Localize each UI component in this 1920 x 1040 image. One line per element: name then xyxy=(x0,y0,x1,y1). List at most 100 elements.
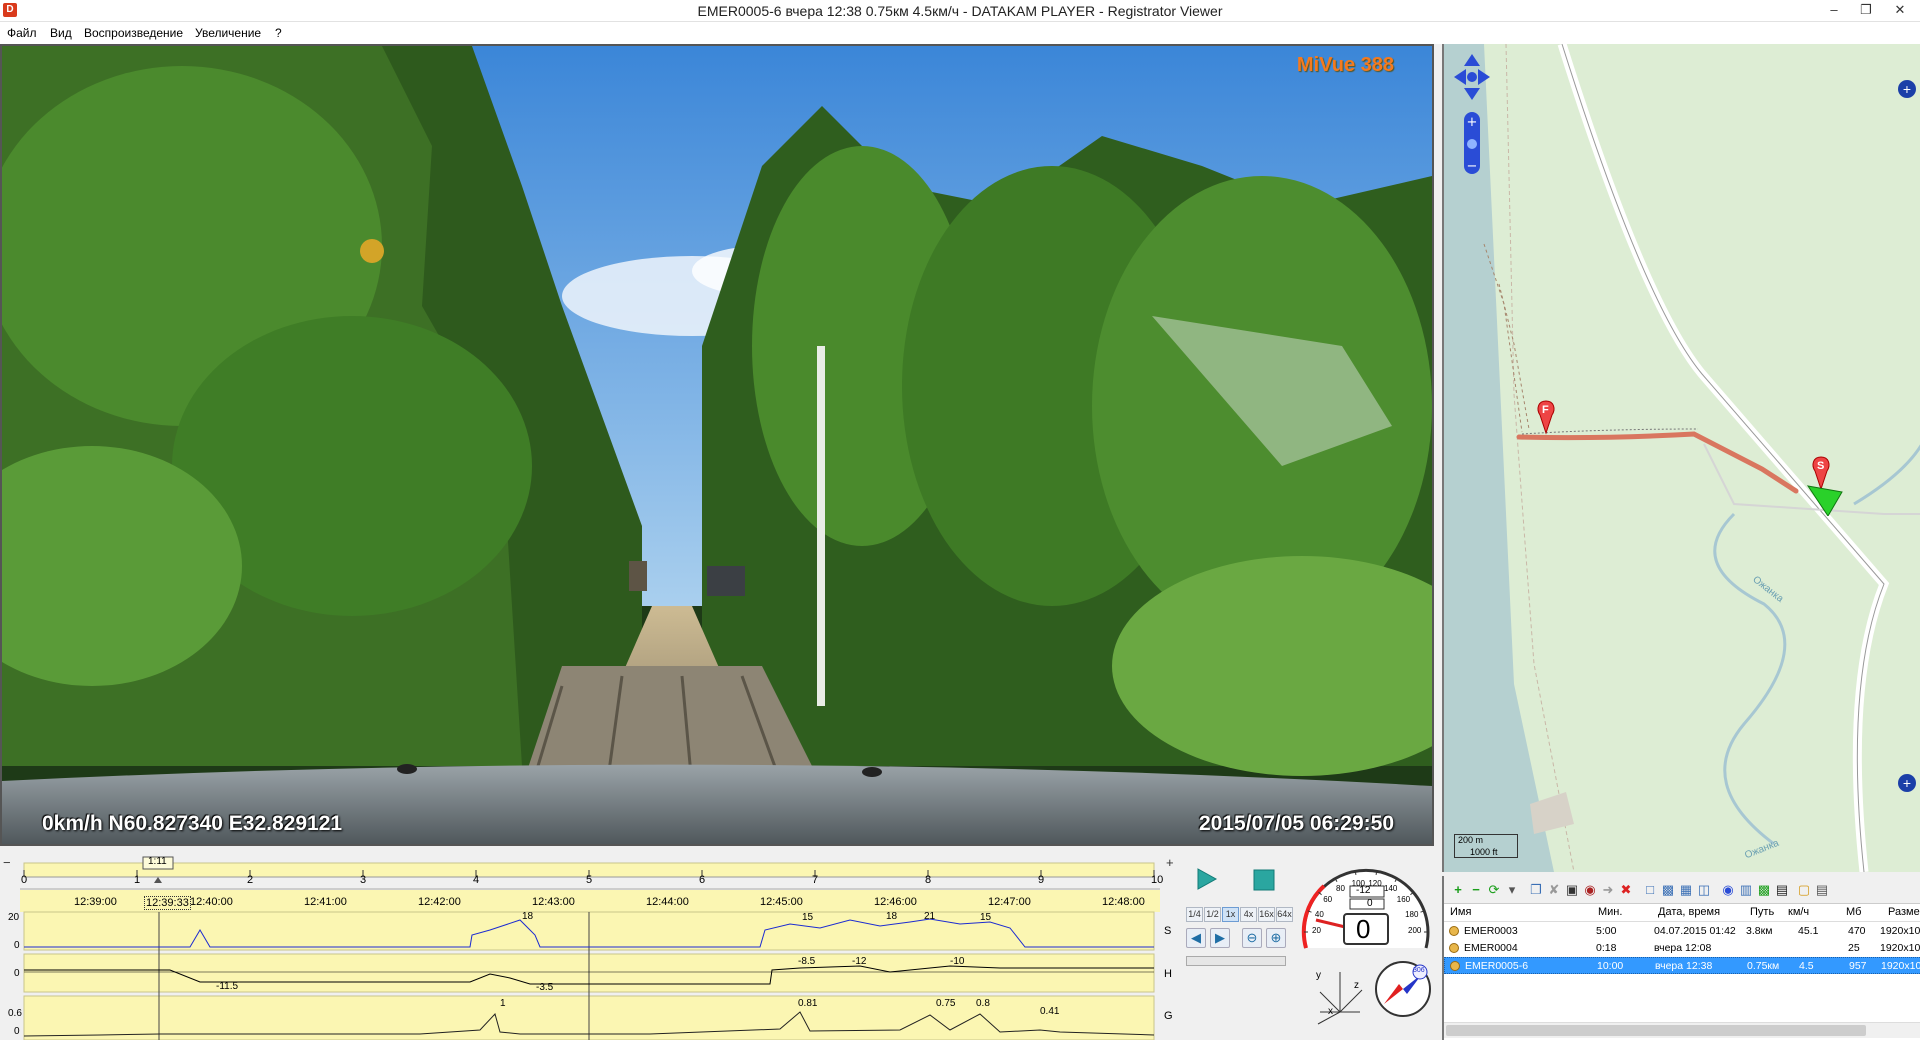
globe-icon[interactable]: ◉ xyxy=(1720,882,1736,898)
step-back-button[interactable]: ◀ xyxy=(1186,928,1206,948)
speedometer-scale-label: 140 xyxy=(1384,884,1398,894)
col-path[interactable]: Путь xyxy=(1750,906,1774,918)
gsensor-peak: 0.75 xyxy=(936,998,956,1009)
video-frame[interactable]: MiVue 388 0km/h N60.827340 E32.829121 20… xyxy=(0,44,1434,846)
height-annotation: -10 xyxy=(950,956,965,967)
save-icon[interactable]: ▣ xyxy=(1564,882,1580,898)
title-bar: D EMER0005-6 вчера 12:38 0.75км 4.5км/ч … xyxy=(0,0,1920,22)
gsensor-peak: 0.81 xyxy=(798,998,818,1009)
refresh-icon[interactable]: ⟳ xyxy=(1486,882,1502,898)
timeline-time-label: 12:40:00 xyxy=(190,896,233,908)
gsensor-peak: 0.8 xyxy=(976,998,990,1009)
map-layers-button-bottom[interactable]: + xyxy=(1898,774,1916,792)
speedometer-tick xyxy=(1375,870,1378,875)
col-name[interactable]: Имя xyxy=(1450,906,1471,918)
file-cell-size: 1920x108 xyxy=(1880,942,1920,954)
dropdown-icon[interactable]: ▾ xyxy=(1504,882,1520,898)
height-annotation: -12 xyxy=(852,956,867,967)
playback-speed-64x-button[interactable]: 64x xyxy=(1276,907,1293,922)
file-cell-min: 10:00 xyxy=(1597,960,1624,972)
col-resolution[interactable]: Разме xyxy=(1888,906,1920,918)
map-view[interactable]: + − + + F S Ожанка Ожанка 200 m 1000 ft xyxy=(1442,44,1920,872)
axis-y-label: y xyxy=(1316,970,1321,981)
file-row[interactable]: EMER0003 5:00 04.07.2015 01:42 3.8км 45.1 470… xyxy=(1444,923,1920,940)
col-mb[interactable]: Мб xyxy=(1846,906,1861,918)
menu-playback[interactable]: Воспроизведение xyxy=(84,26,183,40)
svg-text:+: + xyxy=(1467,115,1478,130)
remove-file-icon[interactable]: − xyxy=(1468,882,1484,898)
video-file-icon xyxy=(1449,943,1459,953)
delete-icon[interactable]: ✖ xyxy=(1618,882,1634,898)
file-list-scrollbar[interactable] xyxy=(1444,1022,1920,1038)
scrollbar-thumb[interactable] xyxy=(1446,1025,1866,1036)
file-cell-date: 04.07.2015 01:42 xyxy=(1654,925,1736,937)
layout-icon[interactable]: ▦ xyxy=(1678,882,1694,898)
menu-help[interactable]: ? xyxy=(275,26,282,40)
file-cell-path: 0.75км xyxy=(1747,960,1780,972)
gsensor-graph-label: G xyxy=(1164,1010,1173,1022)
open-folder-icon[interactable]: ▢ xyxy=(1796,882,1812,898)
image-icon[interactable]: ▩ xyxy=(1756,882,1772,898)
file-row[interactable]: EMER0005-6 10:00 вчера 12:38 0.75км 4.5 957 19… xyxy=(1444,957,1920,974)
window-icon[interactable]: □ xyxy=(1642,882,1658,898)
document-icon[interactable]: ▤ xyxy=(1814,882,1830,898)
add-file-icon[interactable]: + xyxy=(1450,882,1466,898)
compass-heading: 306 xyxy=(1413,967,1425,974)
volume-slider[interactable] xyxy=(1186,956,1286,966)
playback-speed-1x-button[interactable]: 1x xyxy=(1222,907,1239,922)
col-minutes[interactable]: Мин. xyxy=(1598,906,1622,918)
video-file-icon xyxy=(1449,926,1459,936)
speedometer-scale-label: 180 xyxy=(1405,909,1419,919)
copy-icon[interactable]: ❐ xyxy=(1528,882,1544,898)
speedometer-scale-label: 160 xyxy=(1396,895,1411,905)
camera-brand-overlay: MiVue 388 xyxy=(1296,54,1394,76)
snapshot-icon[interactable]: ◉ xyxy=(1582,882,1598,898)
step-forward-button[interactable]: ▶ xyxy=(1210,928,1230,948)
file-cell-name: EMER0003 xyxy=(1464,925,1518,937)
playback-speed-16x-button[interactable]: 16x xyxy=(1258,907,1275,922)
export-icon[interactable]: ➜ xyxy=(1600,882,1616,898)
menu-zoom[interactable]: Увеличение xyxy=(195,26,261,40)
playback-speed-4x-button[interactable]: 4x xyxy=(1240,907,1257,922)
play-icon[interactable] xyxy=(1194,866,1220,892)
film-icon[interactable]: ▤ xyxy=(1774,882,1790,898)
timeline-time-label: 12:47:00 xyxy=(988,896,1031,908)
window-title: EMER0005-6 вчера 12:38 0.75км 4.5км/ч - … xyxy=(697,3,1223,19)
multiview-icon[interactable]: ◫ xyxy=(1696,882,1712,898)
timeline-time-label: 12:41:00 xyxy=(304,896,347,908)
zoom-video-out-button[interactable]: ⊖ xyxy=(1242,928,1262,948)
zoom-video-in-button[interactable]: ⊕ xyxy=(1266,928,1286,948)
map-pan-control[interactable]: + − xyxy=(1452,52,1492,182)
col-datetime[interactable]: Дата, время xyxy=(1658,906,1720,918)
file-toolbar: + − ⟳ ▾ ❐ ✘ ▣ ◉ ➜ ✖ □ ▩ ▦ ◫ ◉ ▥ ▩ ▤ ▢ ▤ xyxy=(1444,876,1920,904)
map-icon[interactable]: ▥ xyxy=(1738,882,1754,898)
file-cell-mb: 470 xyxy=(1848,925,1866,937)
telemetry-graphs: 20 0 S 0 H 0.6 0 G 18 15 18 21 15 -11.5 … xyxy=(0,910,1180,1040)
height-annotation: -8.5 xyxy=(798,956,816,967)
stop-icon[interactable] xyxy=(1252,868,1276,892)
col-speed[interactable]: км/ч xyxy=(1788,906,1809,918)
speedometer-readout-secondary: 0 xyxy=(1367,898,1373,909)
speedometer-scale-label: 40 xyxy=(1314,909,1324,919)
video-file-icon xyxy=(1450,961,1460,971)
restore-button[interactable]: ❐ xyxy=(1852,0,1880,22)
gps-overlay: 0km/h N60.827340 E32.829121 xyxy=(42,812,343,835)
playback-speed-1-2-button[interactable]: 1/2 xyxy=(1204,907,1221,922)
close-button[interactable]: ✕ xyxy=(1886,0,1914,22)
map-layers-button-top[interactable]: + xyxy=(1898,80,1916,98)
file-cell-size: 1920x108 xyxy=(1880,925,1920,937)
graph-canvas[interactable] xyxy=(0,910,1180,1040)
minimize-button[interactable]: – xyxy=(1820,0,1848,22)
playback-speed-1-4-button[interactable]: 1/4 xyxy=(1186,907,1203,922)
map-canvas[interactable] xyxy=(1444,44,1920,872)
timeline-time-label: 12:42:00 xyxy=(418,896,461,908)
timeline-time-label: 12:48:00 xyxy=(1102,896,1145,908)
file-cell-name: EMER0004 xyxy=(1464,942,1518,954)
menu-view[interactable]: Вид xyxy=(50,26,72,40)
file-cell-path: 3.8км xyxy=(1746,925,1773,937)
menu-file[interactable]: Файл xyxy=(7,26,37,40)
cut-icon[interactable]: ✘ xyxy=(1546,882,1562,898)
height-graph-label: H xyxy=(1164,968,1172,980)
fit-icon[interactable]: ▩ xyxy=(1660,882,1676,898)
file-row[interactable]: EMER0004 0:18 вчера 12:08 25 1920x108 xyxy=(1444,940,1920,957)
